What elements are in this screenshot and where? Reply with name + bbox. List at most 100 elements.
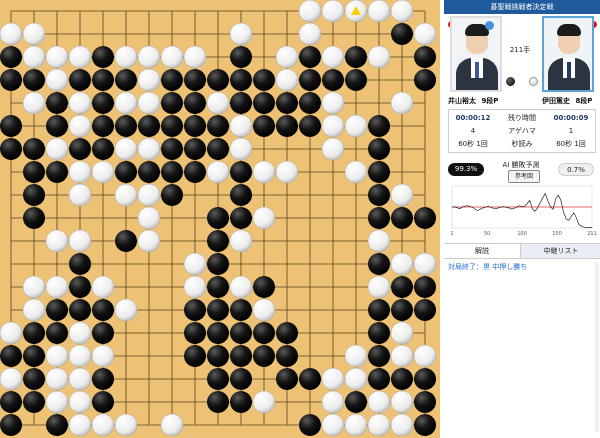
white-stone <box>252 298 276 322</box>
black-stone <box>299 368 321 390</box>
black-stone <box>184 322 206 344</box>
black-stone <box>46 92 68 114</box>
white-stone <box>91 160 115 184</box>
white-stone <box>321 114 345 138</box>
black-stone <box>207 391 229 413</box>
black-stone <box>368 161 390 183</box>
black-stone <box>46 414 68 436</box>
black-stone <box>92 322 114 344</box>
white-stone <box>114 45 138 69</box>
black-stone <box>0 345 22 367</box>
black-stone <box>207 299 229 321</box>
black-stone <box>414 299 436 321</box>
black-stone <box>207 322 229 344</box>
ai-prediction-label: AI 勝敗予測 <box>502 161 540 169</box>
white-stone <box>45 390 69 414</box>
scrollbar[interactable] <box>595 262 599 432</box>
white-stone <box>367 0 391 23</box>
black-stone <box>138 115 160 137</box>
tab-relay-list[interactable]: 中継リスト <box>520 244 600 258</box>
white-stone <box>68 160 92 184</box>
black-stone <box>0 138 22 160</box>
black-stone <box>230 207 252 229</box>
white-time: 00:00:09 <box>553 114 589 122</box>
white-stone <box>413 22 437 46</box>
white-stone <box>22 22 46 46</box>
white-stone <box>367 413 391 437</box>
black-stone <box>115 230 137 252</box>
game-stats: 00:00:12 残り時間 00:00:09 4 アゲハマ 1 60秒 1回 秒… <box>448 109 596 153</box>
black-stone <box>299 46 321 68</box>
black-stone <box>299 69 321 91</box>
tab-bar: 解説 中継リスト <box>444 243 600 259</box>
white-stone <box>229 114 253 138</box>
info-panel: 碁聖戦挑戦者決定戦 211手 井山裕太 9段P 伊田篤史 8段P 00:00:1… <box>444 0 600 438</box>
black-stone <box>23 138 45 160</box>
black-stone <box>253 345 275 367</box>
white-stone <box>206 160 230 184</box>
black-stone <box>414 414 436 436</box>
black-stone <box>230 184 252 206</box>
white-stone <box>137 45 161 69</box>
black-stone <box>230 391 252 413</box>
black-stone <box>184 115 206 137</box>
white-stone <box>68 413 92 437</box>
white-stone <box>390 390 414 414</box>
black-stone <box>184 138 206 160</box>
black-stone <box>184 345 206 367</box>
white-stone <box>413 344 437 368</box>
black-stone <box>414 368 436 390</box>
graph-tick-label: 150 <box>552 231 562 237</box>
board-grid <box>0 0 437 437</box>
white-stone <box>344 344 368 368</box>
white-stone <box>68 45 92 69</box>
badge-icon <box>485 21 494 30</box>
white-stone <box>45 68 69 92</box>
white-stone <box>367 390 391 414</box>
white-stone <box>45 344 69 368</box>
white-stone <box>137 68 161 92</box>
black-stone <box>253 276 275 298</box>
black-stone <box>253 92 275 114</box>
white-stone <box>137 206 161 230</box>
white-stone <box>321 45 345 69</box>
white-stone <box>321 413 345 437</box>
black-stone <box>391 207 413 229</box>
white-stone <box>367 45 391 69</box>
black-stone <box>0 391 22 413</box>
black-stone <box>276 345 298 367</box>
black-stone <box>368 368 390 390</box>
go-board[interactable] <box>0 0 440 438</box>
white-stone <box>45 137 69 161</box>
win-rate-graph: 1 50 100 150 211 <box>450 185 597 237</box>
black-stone <box>23 368 45 390</box>
black-stone-icon <box>506 77 515 86</box>
white-stone <box>22 298 46 322</box>
white-stone <box>183 252 207 276</box>
black-stone <box>92 69 114 91</box>
black-stone <box>207 276 229 298</box>
black-stone <box>138 161 160 183</box>
black-byoyomi: 60秒 1回 <box>458 140 488 148</box>
white-stone <box>137 91 161 115</box>
white-stone <box>160 45 184 69</box>
white-stone <box>413 252 437 276</box>
white-stone <box>0 22 23 46</box>
white-stone <box>68 321 92 345</box>
white-stone <box>321 367 345 391</box>
tab-commentary[interactable]: 解説 <box>444 244 520 258</box>
white-stone <box>229 229 253 253</box>
black-stone <box>69 299 91 321</box>
black-stone <box>161 138 183 160</box>
black-stone <box>276 322 298 344</box>
black-stone <box>23 391 45 413</box>
white-win-pct: 0.7% <box>558 163 594 176</box>
white-stone <box>68 114 92 138</box>
black-stone <box>161 184 183 206</box>
white-byoyomi: 60秒 1回 <box>556 140 586 148</box>
black-stone <box>230 92 252 114</box>
white-stone <box>22 91 46 115</box>
black-stone <box>69 138 91 160</box>
white-stone <box>275 68 299 92</box>
white-stone <box>114 298 138 322</box>
